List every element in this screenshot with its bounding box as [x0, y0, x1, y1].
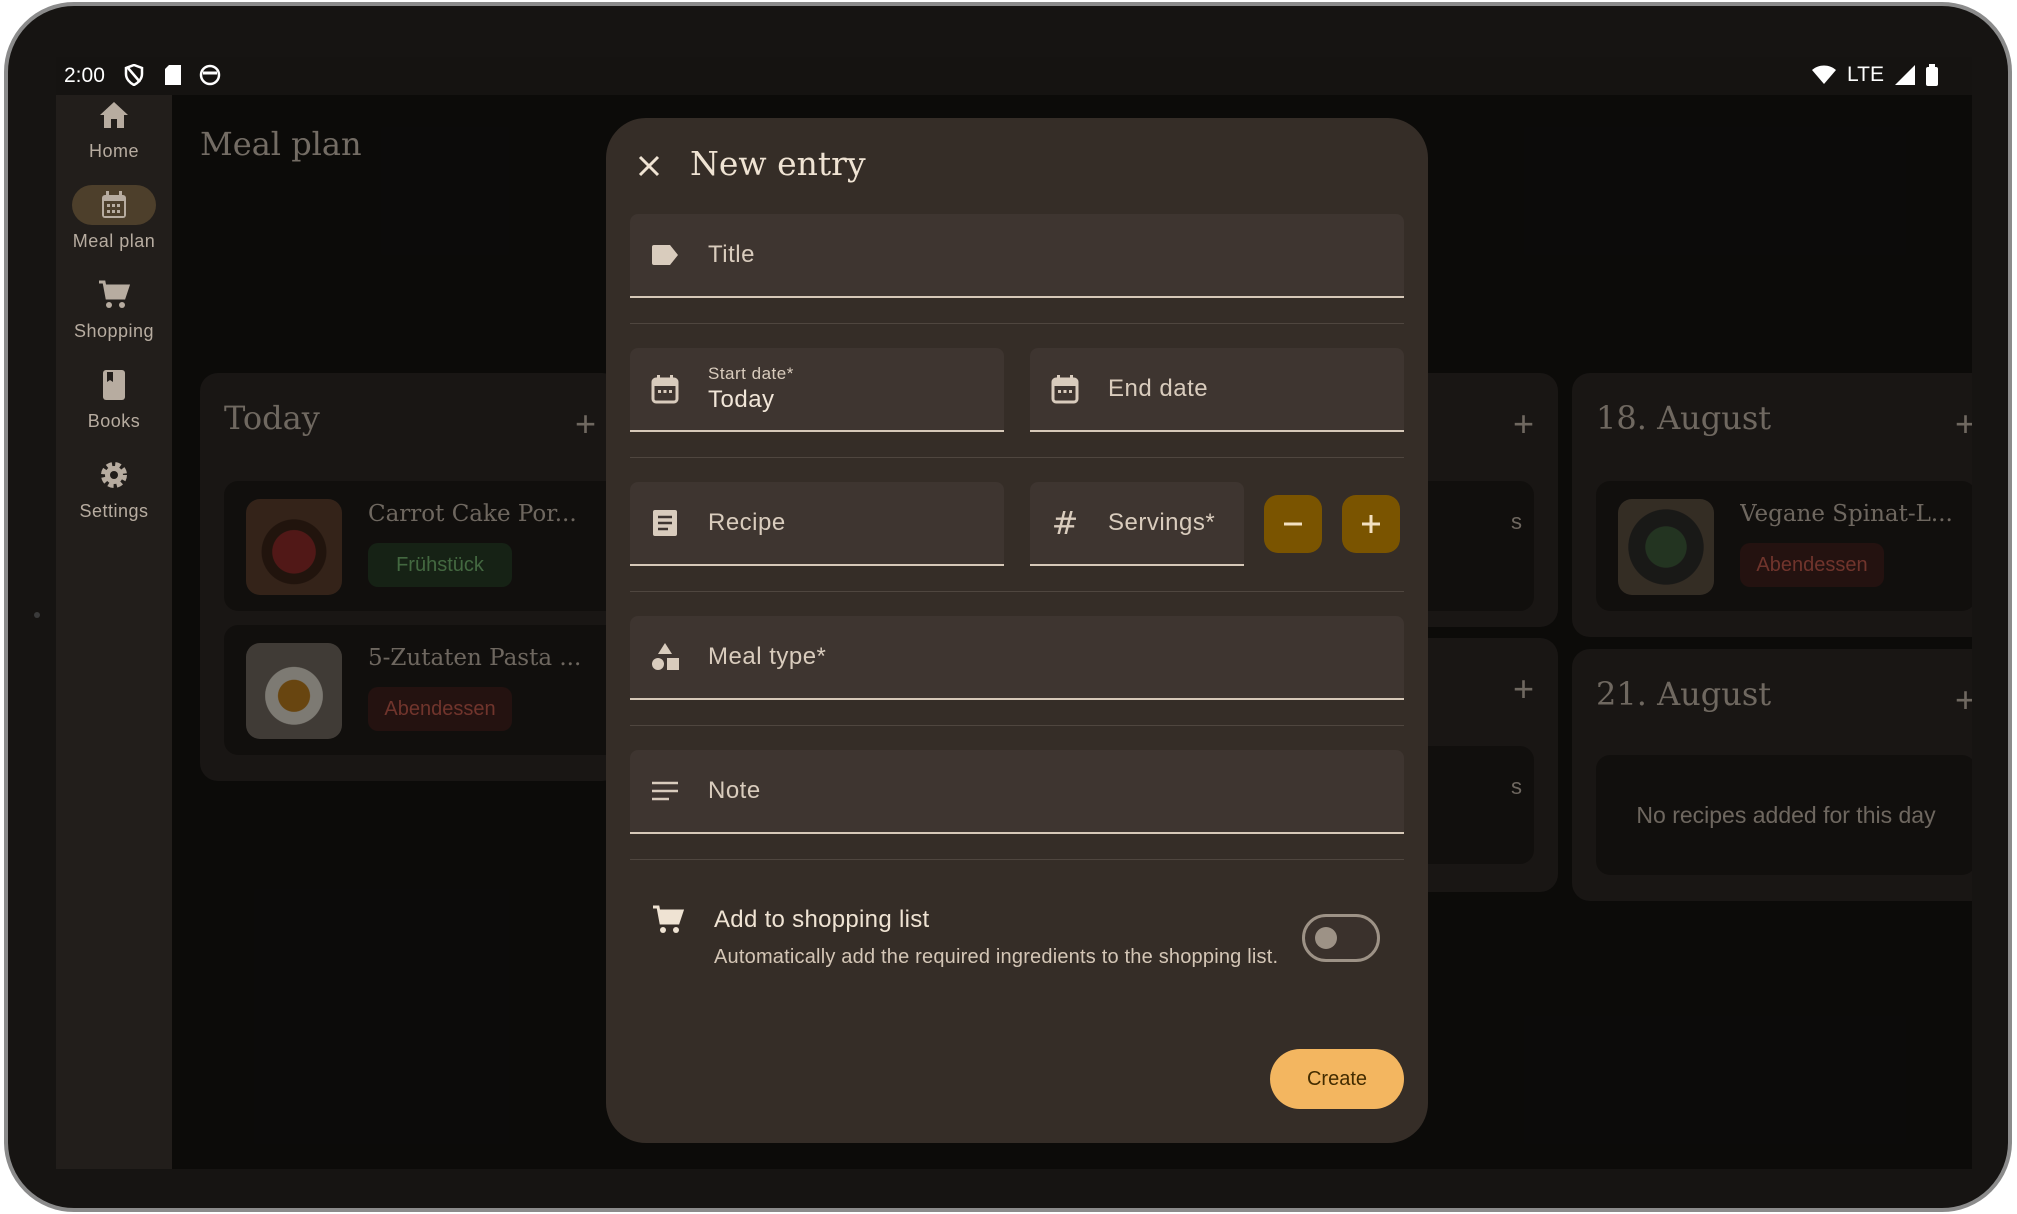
nav-item-settings[interactable]: Settings — [56, 455, 172, 522]
decrease-servings-button[interactable] — [1264, 495, 1322, 553]
end-date-label: End date — [1108, 375, 1209, 402]
hash-icon: # — [1051, 504, 1079, 542]
calendar-icon — [72, 185, 156, 225]
meal-type-label: Meal type* — [708, 643, 827, 670]
home-icon — [56, 95, 172, 135]
sync-icon — [199, 64, 221, 86]
label-tag-icon — [650, 240, 680, 270]
increase-servings-button[interactable] — [1342, 495, 1400, 553]
divider — [630, 457, 1404, 458]
battery-icon — [1926, 64, 1938, 86]
shapes-icon — [650, 642, 680, 672]
nav-item-home[interactable]: Home — [56, 95, 172, 162]
nav-label: Home — [88, 141, 139, 161]
nav-label: Meal plan — [72, 231, 156, 251]
book-icon — [56, 365, 172, 405]
note-label: Note — [708, 777, 761, 804]
wifi-icon — [1812, 65, 1837, 84]
create-button[interactable]: Create — [1270, 1049, 1404, 1109]
nav-label: Shopping — [73, 321, 155, 341]
status-bar: 2:00 LTE — [56, 57, 1972, 95]
divider — [630, 725, 1404, 726]
camera-dot — [34, 612, 40, 618]
nav-item-books[interactable]: Books — [56, 365, 172, 432]
dialog-title: New entry — [690, 144, 866, 183]
calendar-icon — [1050, 374, 1080, 404]
status-time: 2:00 — [64, 64, 105, 87]
gear-icon — [56, 455, 172, 495]
divider — [630, 323, 1404, 324]
recipe-label: Recipe — [708, 509, 786, 536]
navigation-rail: Home Meal plan Shopping Books Settings — [56, 95, 172, 1169]
nav-item-shopping[interactable]: Shopping — [56, 275, 172, 342]
recipe-card-icon — [650, 508, 680, 538]
new-entry-dialog: New entry Title Start date* Today End da… — [606, 118, 1428, 1143]
shopping-toggle-description: Automatically add the required ingredien… — [714, 946, 1279, 968]
title-field[interactable]: Title — [630, 214, 1404, 298]
shopping-list-toggle[interactable] — [1302, 914, 1380, 962]
tablet-frame: 2:00 LTE Home Meal plan Shopping Books S… — [4, 2, 2012, 1212]
shield-icon — [124, 64, 144, 86]
status-right: LTE — [1811, 63, 1938, 87]
cart-icon — [653, 905, 684, 933]
nav-label: Books — [87, 411, 141, 431]
nav-label: Settings — [79, 501, 149, 521]
screen: 2:00 LTE Home Meal plan Shopping Books S… — [56, 57, 1972, 1169]
close-icon[interactable] — [631, 148, 667, 184]
notes-icon — [650, 776, 680, 806]
title-label: Title — [708, 241, 755, 268]
network-type: LTE — [1847, 63, 1884, 86]
nav-item-meal-plan[interactable]: Meal plan — [56, 185, 172, 252]
recipe-field[interactable]: Recipe — [630, 482, 1004, 566]
note-field[interactable]: Note — [630, 750, 1404, 834]
servings-field[interactable]: # Servings* — [1030, 482, 1244, 566]
plus-icon — [1362, 515, 1380, 533]
meal-type-field[interactable]: Meal type* — [630, 616, 1404, 700]
cart-icon — [56, 275, 172, 315]
sd-card-icon — [165, 65, 181, 85]
calendar-icon — [650, 374, 680, 404]
divider — [630, 859, 1404, 860]
start-date-label: Start date* — [708, 364, 794, 383]
end-date-field[interactable]: End date — [1030, 348, 1404, 432]
divider — [630, 591, 1404, 592]
minus-icon — [1284, 522, 1302, 526]
start-date-value: Today — [708, 386, 775, 413]
toggle-knob — [1315, 927, 1337, 949]
signal-icon — [1895, 65, 1915, 85]
shopping-toggle-title: Add to shopping list — [714, 906, 930, 933]
servings-label: Servings* — [1108, 509, 1216, 536]
start-date-field[interactable]: Start date* Today — [630, 348, 1004, 432]
